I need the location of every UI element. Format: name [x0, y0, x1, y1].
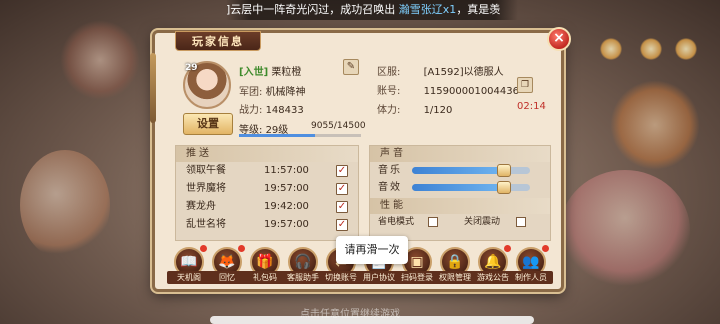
server-value: [A1592]以德服人: [423, 67, 504, 78]
music-label: 音乐: [378, 165, 402, 176]
sound-panel: 声音 音乐 音效 性能 省电模式 关闭震动: [369, 145, 551, 241]
push-time: 19:57:00: [264, 219, 309, 230]
performance-section-title: 性能: [370, 198, 550, 214]
music-slider-fill: [412, 167, 505, 174]
copy-account-icon[interactable]: ❐: [517, 77, 533, 93]
background-lantern: [675, 38, 697, 60]
push-time: 19:42:00: [264, 201, 309, 212]
push-row: 领取午餐 11:57:00 ✓: [176, 162, 358, 180]
account-label: 账号:: [377, 86, 401, 97]
exp-bar-fill: [239, 134, 315, 137]
push-panel: 推送 领取午餐 11:57:00 ✓ 世界魔将 19:57:00 ✓ 赛龙舟 1…: [175, 145, 359, 241]
stamina-value: 1/120: [423, 105, 453, 116]
function-button-8[interactable]: 🔔 游戏公告: [471, 245, 515, 287]
push-name: 领取午餐: [186, 165, 226, 176]
push-name: 赛龙舟: [186, 201, 216, 212]
player-name: 栗粒橙: [271, 67, 302, 78]
account-row: 账号: 115900001004436: [377, 82, 519, 97]
avatar-level: 29: [185, 63, 198, 73]
effects-slider[interactable]: [412, 181, 530, 194]
push-row: 赛龙舟 19:42:00 ✓: [176, 198, 358, 216]
swipe-again-toast: 请再滑一次: [336, 236, 408, 264]
function-label: 制作人员: [509, 271, 553, 284]
vibration-checkbox[interactable]: [516, 217, 526, 227]
settings-button[interactable]: 设置: [183, 113, 233, 135]
push-name: 乱世名将: [186, 219, 226, 230]
rank-label: 军团:: [239, 87, 266, 98]
music-slider-knob[interactable]: [497, 164, 512, 177]
power-save-label: 省电模式: [378, 217, 415, 227]
music-slider[interactable]: [412, 164, 530, 177]
effects-label: 音效: [378, 182, 402, 193]
push-checkbox[interactable]: ✓: [336, 165, 348, 177]
popup-side-ornament: [150, 53, 156, 123]
stamina-row: 体力: 1/120: [377, 101, 452, 116]
background-character: [60, 20, 140, 100]
push-time: 19:57:00: [264, 183, 309, 194]
music-row: 音乐: [370, 162, 550, 179]
power-save-checkbox[interactable]: [428, 217, 438, 227]
player-name-row: [入世] 栗粒橙: [239, 63, 301, 78]
function-button-9[interactable]: 👥 制作人员: [509, 245, 553, 287]
announcement-marquee: ]云层中一阵奇光闪过，成功召唤出 瀚雪张辽x1，真是羡: [226, 0, 518, 20]
notification-badge: [504, 245, 511, 252]
sound-section-title: 声音: [370, 146, 550, 162]
background-character: [20, 150, 110, 260]
notification-badge: [200, 245, 207, 252]
push-row: 世界魔将 19:57:00 ✓: [176, 180, 358, 198]
effects-row: 音效: [370, 179, 550, 196]
account-value: 115900001004436: [423, 86, 519, 97]
power-value: 148433: [265, 105, 304, 116]
server-label: 区服:: [377, 67, 401, 78]
notification-badge: [542, 245, 549, 252]
function-button-1[interactable]: 🦊 回忆: [205, 245, 249, 287]
power-label: 战力:: [239, 105, 266, 116]
effects-slider-knob[interactable]: [497, 181, 512, 194]
function-button-7[interactable]: 🔒 权限管理: [433, 247, 477, 287]
server-row: 区服: [A1592]以德服人: [377, 63, 504, 78]
push-checkbox[interactable]: ✓: [336, 219, 348, 231]
background-character: [560, 170, 690, 290]
marquee-highlight: 瀚雪张辽x1: [398, 3, 457, 16]
rank-value: 机械降神: [265, 87, 306, 98]
performance-row: 省电模式 关闭震动: [370, 214, 550, 230]
home-indicator[interactable]: [210, 316, 534, 324]
push-time: 11:57:00: [264, 165, 309, 176]
push-name: 世界魔将: [186, 183, 226, 194]
rank-row: 军团: 机械降神: [239, 83, 306, 98]
function-button-0[interactable]: 📖 天机阁: [167, 245, 211, 287]
vibration-label: 关闭震动: [464, 217, 501, 227]
push-checkbox[interactable]: ✓: [336, 183, 348, 195]
stamina-timer: 02:14: [517, 101, 546, 112]
effects-slider-fill: [412, 184, 505, 191]
close-button[interactable]: ×: [547, 27, 571, 51]
push-section-title: 推送: [176, 146, 358, 162]
guild-tag: [入世]: [239, 67, 269, 78]
popup-title: 玩家信息: [175, 31, 261, 51]
exp-text: 9055/14500: [311, 121, 366, 131]
marquee-prefix: ]云层中一阵奇光闪过，成功召唤出: [226, 3, 399, 16]
background-lantern: [600, 38, 622, 60]
push-row: 乱世名将 19:57:00 ✓: [176, 216, 358, 234]
stamina-label: 体力:: [377, 105, 401, 116]
marquee-suffix: ，真是羡: [456, 3, 501, 16]
push-checkbox[interactable]: ✓: [336, 201, 348, 213]
exp-bar: [239, 134, 361, 137]
function-button-2[interactable]: 🎁 礼包码: [243, 247, 287, 287]
notification-badge: [238, 245, 245, 252]
edit-name-icon[interactable]: ✎: [343, 59, 359, 75]
background-character: [610, 80, 700, 170]
power-row: 战力: 148433: [239, 101, 304, 116]
function-button-3[interactable]: 🎧 客服助手: [281, 247, 325, 287]
background-lantern: [640, 38, 662, 60]
